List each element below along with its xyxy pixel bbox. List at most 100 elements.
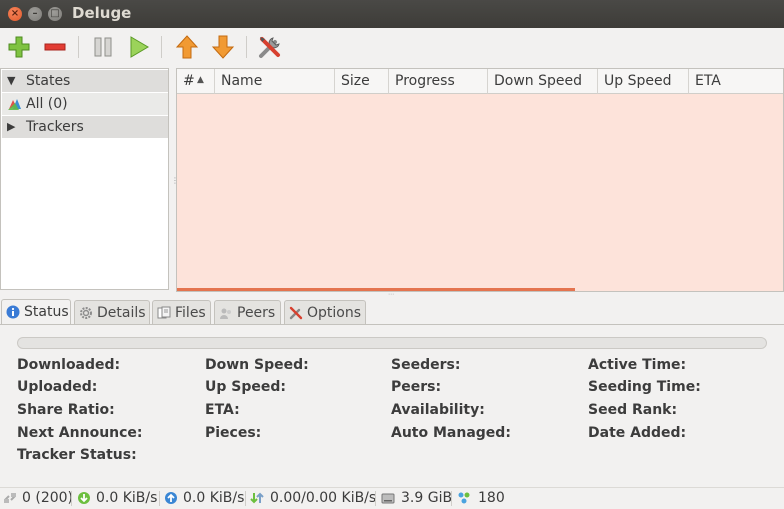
down-speed-label: Down Speed:	[205, 357, 309, 373]
next-announce-label: Next Announce:	[17, 425, 143, 441]
upload-speed-value[interactable]: 0.0 KiB/s	[183, 490, 244, 506]
column-label: Up Speed	[604, 73, 672, 89]
column-header-size[interactable]: Size	[335, 69, 389, 94]
details-tabs: Status Details Files Peers Options	[0, 299, 784, 325]
minimize-window-button[interactable]: –	[28, 7, 42, 21]
sidebar-item-all[interactable]: All (0)	[2, 93, 168, 115]
status-separator	[159, 491, 160, 506]
active-time-label: Active Time:	[588, 357, 687, 373]
torrent-list[interactable]: # ▲ Name Size Progress Down Speed Up Spe…	[176, 68, 784, 292]
column-header-index[interactable]: # ▲	[177, 69, 215, 94]
gear-icon	[80, 307, 92, 319]
pause-button[interactable]	[89, 33, 117, 61]
dht-nodes-value: 180	[478, 490, 505, 506]
column-label: Size	[341, 73, 370, 89]
status-panel: Downloaded: Uploaded: Share Ratio: Next …	[0, 324, 784, 486]
play-icon	[130, 36, 149, 58]
tab-files[interactable]: Files	[152, 300, 211, 324]
maximize-window-button[interactable]: □	[48, 7, 62, 21]
connections-count[interactable]: 0 (200)	[22, 490, 73, 506]
status-separator	[451, 491, 452, 506]
close-window-button[interactable]: ×	[8, 7, 22, 21]
status-separator	[375, 491, 376, 506]
protocol-traffic-value: 0.00/0.00 KiB/s	[270, 490, 377, 506]
column-label: Progress	[395, 73, 455, 89]
toolbar-separator	[78, 36, 79, 58]
tab-label: Files	[175, 305, 206, 321]
queue-up-button[interactable]	[173, 33, 201, 61]
pane-splitter-vertical[interactable]: ⋮	[171, 176, 179, 185]
window-title: Deluge	[72, 4, 132, 22]
column-label: Name	[221, 73, 263, 89]
column-label: Down Speed	[494, 73, 583, 89]
download-speed-value[interactable]: 0.0 KiB/s	[96, 490, 157, 506]
toolbar-separator	[246, 36, 247, 58]
date-added-label: Date Added:	[588, 425, 687, 441]
dht-nodes-icon	[458, 492, 470, 504]
files-icon	[157, 306, 171, 319]
expander-right-icon[interactable]: ▶	[7, 120, 15, 133]
sidebar-item-label: All (0)	[26, 96, 68, 112]
column-header-eta[interactable]: ETA	[689, 69, 783, 94]
status-separator	[245, 491, 246, 506]
free-space-value: 3.9 GiB	[401, 490, 453, 506]
resume-button[interactable]	[124, 33, 152, 61]
column-label: ETA	[695, 73, 721, 89]
tab-label: Options	[307, 305, 362, 321]
sidebar-item-label: States	[26, 73, 71, 89]
download-speed-icon[interactable]	[77, 491, 91, 505]
pane-splitter-horizontal[interactable]: ⋯	[388, 291, 398, 298]
remove-torrent-button[interactable]	[41, 33, 69, 61]
column-header-progress[interactable]: Progress	[389, 69, 488, 94]
title-bar: × – □ Deluge	[0, 0, 784, 28]
column-label: #	[183, 73, 195, 89]
auto-managed-label: Auto Managed:	[391, 425, 511, 441]
peers-icon	[220, 308, 231, 319]
column-header-up-speed[interactable]: Up Speed	[598, 69, 689, 94]
seeders-label: Seeders:	[391, 357, 461, 373]
sidebar-filter-tree: ▼ States All (0) ▶ Trackers	[0, 68, 169, 290]
tab-details[interactable]: Details	[74, 300, 150, 324]
availability-label: Availability:	[391, 402, 485, 418]
tab-label: Details	[97, 305, 146, 321]
minus-icon	[44, 43, 66, 51]
add-torrent-button[interactable]	[5, 33, 33, 61]
upload-speed-icon[interactable]	[164, 491, 178, 505]
expander-down-icon[interactable]: ▼	[7, 74, 15, 87]
plus-icon	[8, 36, 30, 58]
status-bar: 0 (200) 0.0 KiB/s 0.0 KiB/s 0.00/0.00 Ki…	[0, 487, 784, 509]
pause-icon	[94, 37, 112, 57]
toolbar-separator	[161, 36, 162, 58]
arrow-up-icon	[175, 35, 199, 59]
share-ratio-label: Share Ratio:	[17, 402, 115, 418]
toolbar	[0, 28, 784, 66]
all-states-icon	[8, 99, 21, 110]
eta-label: ETA:	[205, 402, 240, 418]
tab-status[interactable]: Status	[1, 299, 71, 325]
connections-icon[interactable]	[3, 491, 17, 505]
tab-peers[interactable]: Peers	[214, 300, 281, 324]
pieces-label: Pieces:	[205, 425, 262, 441]
sidebar-item-trackers[interactable]: ▶ Trackers	[2, 116, 168, 138]
sort-ascending-icon: ▲	[197, 75, 204, 85]
tab-label: Status	[24, 304, 69, 320]
sidebar-item-label: Trackers	[26, 119, 84, 135]
up-speed-label: Up Speed:	[205, 379, 286, 395]
tools-icon	[289, 306, 303, 320]
sidebar-item-states[interactable]: ▼ States	[2, 70, 168, 92]
protocol-traffic-icon	[250, 492, 264, 504]
status-separator	[71, 491, 72, 506]
seeding-time-label: Seeding Time:	[588, 379, 701, 395]
tools-icon	[259, 37, 280, 58]
column-header-down-speed[interactable]: Down Speed	[488, 69, 598, 94]
torrent-progress-bar	[17, 337, 767, 349]
column-header-name[interactable]: Name	[215, 69, 335, 94]
arrow-down-icon	[211, 35, 235, 59]
info-icon	[6, 305, 20, 319]
uploaded-label: Uploaded:	[17, 379, 98, 395]
disk-icon	[381, 493, 395, 504]
tab-options[interactable]: Options	[284, 300, 366, 324]
queue-down-button[interactable]	[209, 33, 237, 61]
seed-rank-label: Seed Rank:	[588, 402, 678, 418]
preferences-button[interactable]	[256, 33, 284, 61]
